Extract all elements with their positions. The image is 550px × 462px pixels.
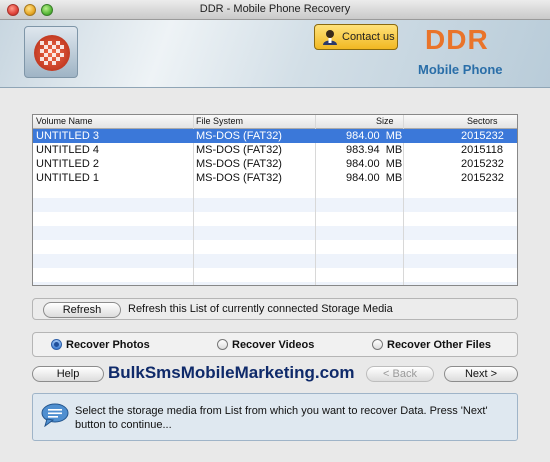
contact-us-button[interactable]: Contact us	[314, 24, 398, 50]
column-header-file-system[interactable]: File System	[196, 116, 243, 126]
table-row[interactable]: UNTITLED 2 MS-DOS (FAT32) 984.00 MB 2015…	[33, 157, 517, 171]
column-header-volume-name[interactable]: Volume Name	[36, 116, 93, 126]
table-header: Volume Name File System Size Sectors	[33, 115, 517, 129]
recover-photos-radio[interactable]	[51, 339, 62, 350]
size-cell: 984.00 MB	[346, 172, 403, 184]
column-header-sectors[interactable]: Sectors	[467, 116, 498, 126]
volume-name-cell: UNTITLED 3	[36, 130, 99, 142]
volume-name-cell: UNTITLED 1	[36, 172, 99, 184]
checkered-logo-icon	[34, 35, 70, 71]
volume-name-cell: UNTITLED 4	[36, 144, 99, 156]
watermark-text: BulkSmsMobileMarketing.com	[108, 363, 355, 382]
recover-other-files-radio[interactable]	[372, 339, 383, 350]
info-message-panel: Select the storage media from List from …	[32, 393, 518, 441]
recover-videos-radio[interactable]	[217, 339, 228, 350]
app-logo	[24, 26, 78, 78]
file-system-cell: MS-DOS (FAT32)	[196, 172, 282, 184]
sectors-cell: 2015232	[461, 172, 504, 184]
contact-us-label: Contact us	[342, 31, 395, 43]
table-row[interactable]: UNTITLED 3 MS-DOS (FAT32) 984.00 MB 2015…	[33, 129, 517, 143]
file-system-cell: MS-DOS (FAT32)	[196, 144, 282, 156]
volume-name-cell: UNTITLED 2	[36, 158, 99, 170]
recovery-options-panel: Recover Photos Recover Videos Recover Ot…	[32, 332, 518, 357]
refresh-panel: Refresh Refresh this List of currently c…	[32, 298, 518, 320]
product-subtitle: Mobile Phone	[418, 62, 503, 77]
header-banner: Contact us DDR Mobile Phone	[0, 20, 550, 88]
sectors-cell: 2015232	[461, 158, 504, 170]
table-empty-row	[33, 254, 517, 268]
table-row[interactable]: UNTITLED 4 MS-DOS (FAT32) 983.94 MB 2015…	[33, 143, 517, 157]
recover-photos-label[interactable]: Recover Photos	[66, 339, 150, 351]
volume-table[interactable]: Volume Name File System Size Sectors UNT…	[32, 114, 518, 286]
recover-videos-label[interactable]: Recover Videos	[232, 339, 314, 351]
file-system-cell: MS-DOS (FAT32)	[196, 130, 282, 142]
sectors-cell: 2015118	[461, 144, 504, 156]
sectors-cell: 2015232	[461, 130, 504, 142]
size-cell: 983.94 MB	[346, 144, 403, 156]
table-empty-row	[33, 282, 517, 285]
size-cell: 984.00 MB	[346, 130, 403, 142]
speech-bubble-icon	[41, 403, 69, 427]
file-system-cell: MS-DOS (FAT32)	[196, 158, 282, 170]
refresh-button[interactable]: Refresh	[43, 302, 121, 318]
next-button[interactable]: Next >	[444, 366, 518, 382]
window-title: DDR - Mobile Phone Recovery	[199, 3, 351, 15]
refresh-description: Refresh this List of currently connected…	[128, 303, 393, 315]
size-cell: 984.00 MB	[346, 158, 403, 170]
info-message-text: Select the storage media from List from …	[75, 405, 488, 431]
column-header-size[interactable]: Size	[376, 116, 394, 126]
table-empty-row	[33, 226, 517, 240]
back-button[interactable]: < Back	[366, 366, 434, 382]
person-icon	[323, 30, 337, 45]
recover-other-files-label[interactable]: Recover Other Files	[387, 339, 491, 351]
table-empty-row	[33, 198, 517, 212]
title-bar: DDR - Mobile Phone Recovery	[0, 0, 550, 20]
table-row[interactable]: UNTITLED 1 MS-DOS (FAT32) 984.00 MB 2015…	[33, 171, 517, 185]
brand-logo-text: DDR	[425, 24, 489, 55]
help-button[interactable]: Help	[32, 366, 104, 382]
